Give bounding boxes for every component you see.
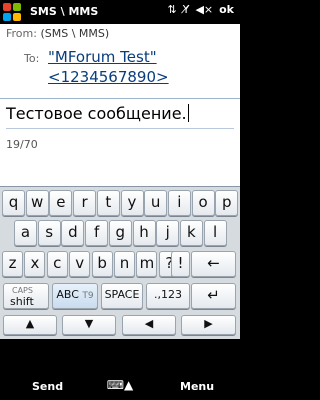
key-e[interactable]: e [49,190,73,216]
compose-area: From: (SMS \ MMS) To: "MForum Test" <123… [0,24,240,186]
key-r[interactable]: r [73,190,97,216]
arrow-right-icon: ▶ [204,317,213,330]
key-d[interactable]: d [61,220,85,246]
from-row[interactable]: From: (SMS \ MMS) [6,27,109,40]
key-j[interactable]: j [156,220,180,246]
arrow-up-key[interactable]: ▲ [3,315,57,335]
key-z[interactable]: z [2,251,23,277]
key-a[interactable]: a [14,220,37,246]
message-text: Тестовое сообщение. [6,104,187,123]
key-h[interactable]: h [132,220,156,246]
arrow-up-icon: ▲ [25,317,35,330]
to-label: To: [24,52,40,65]
window-title: SMS \ MMS [30,5,99,18]
backspace-icon: ← [207,254,220,272]
text-caret [187,104,189,122]
key-y[interactable]: y [120,190,144,216]
shift-label: shift [10,295,34,308]
status-bar: SMS \ MMS ⇅ Y̸ ◀× ok [0,0,240,24]
enter-key[interactable]: ↵ [191,283,236,309]
space-key[interactable]: SPACE [101,283,143,309]
key-c[interactable]: c [46,251,68,277]
key-m[interactable]: m [136,251,158,277]
arrow-down-key[interactable]: ▼ [62,315,116,335]
backspace-key[interactable]: ← [191,251,236,277]
no-signal-icon[interactable]: Y̸ [183,3,190,16]
volume-mute-icon[interactable]: ◀× [195,3,213,16]
punctuation-key[interactable]: .,123 [146,283,190,309]
recipient-number[interactable]: <1234567890> [48,67,228,87]
key-n[interactable]: n [114,251,135,277]
key-x[interactable]: x [24,251,46,277]
key-p[interactable]: p [215,190,239,216]
keyboard-icon: ⌨ [106,378,125,392]
send-softkey[interactable]: Send [32,380,63,393]
key-g[interactable]: g [108,220,132,246]
key-b[interactable]: b [91,251,113,277]
ok-button[interactable]: ok [219,3,234,16]
message-underline [6,128,234,129]
key-o[interactable]: o [191,190,215,216]
arrow-left-key[interactable]: ◀ [122,315,176,335]
key-k[interactable]: k [179,220,203,246]
enter-icon: ↵ [207,286,220,304]
caps-shift-key[interactable]: CAPS shift [3,283,49,309]
key-i[interactable]: i [167,190,191,216]
from-value[interactable]: (SMS \ MMS) [40,27,109,40]
abc-t9-key[interactable]: ABC T9 [52,283,98,309]
message-body[interactable]: Тестовое сообщение. [6,104,189,123]
key-f[interactable]: f [85,220,109,246]
windows-start-icon[interactable] [3,3,21,21]
key-v[interactable]: v [69,251,91,277]
arrow-down-icon: ▼ [84,317,94,330]
key-q[interactable]: q [2,190,25,216]
key-t[interactable]: t [96,190,120,216]
arrow-right-key[interactable]: ▶ [181,315,236,335]
abc-label: ABC [56,288,79,301]
to-field[interactable]: "MForum Test" <1234567890> [48,47,228,87]
key-u[interactable]: u [144,190,168,216]
key-exclamation[interactable]: ! [171,251,190,277]
key-s[interactable]: s [37,220,61,246]
input-panel-toggle[interactable]: ⌨▲ [96,378,144,396]
key-l[interactable]: l [203,220,227,246]
chevron-up-icon: ▲ [124,378,134,392]
divider [0,98,240,99]
key-w[interactable]: w [25,190,49,216]
from-label: From: [6,27,37,40]
character-counter: 19/70 [6,138,38,151]
recipient-name[interactable]: "MForum Test" [48,47,228,67]
menu-softkey[interactable]: Menu [180,380,214,393]
softkey-bar: Send ⌨▲ Menu [0,374,240,400]
arrow-left-icon: ◀ [144,317,154,330]
sync-icon[interactable]: ⇅ [167,3,176,16]
on-screen-keyboard: qwertyuiop asdfghjkl z x c v b n m?! ← CAPS sh… [0,186,240,339]
t9-label: T9 [82,291,94,301]
